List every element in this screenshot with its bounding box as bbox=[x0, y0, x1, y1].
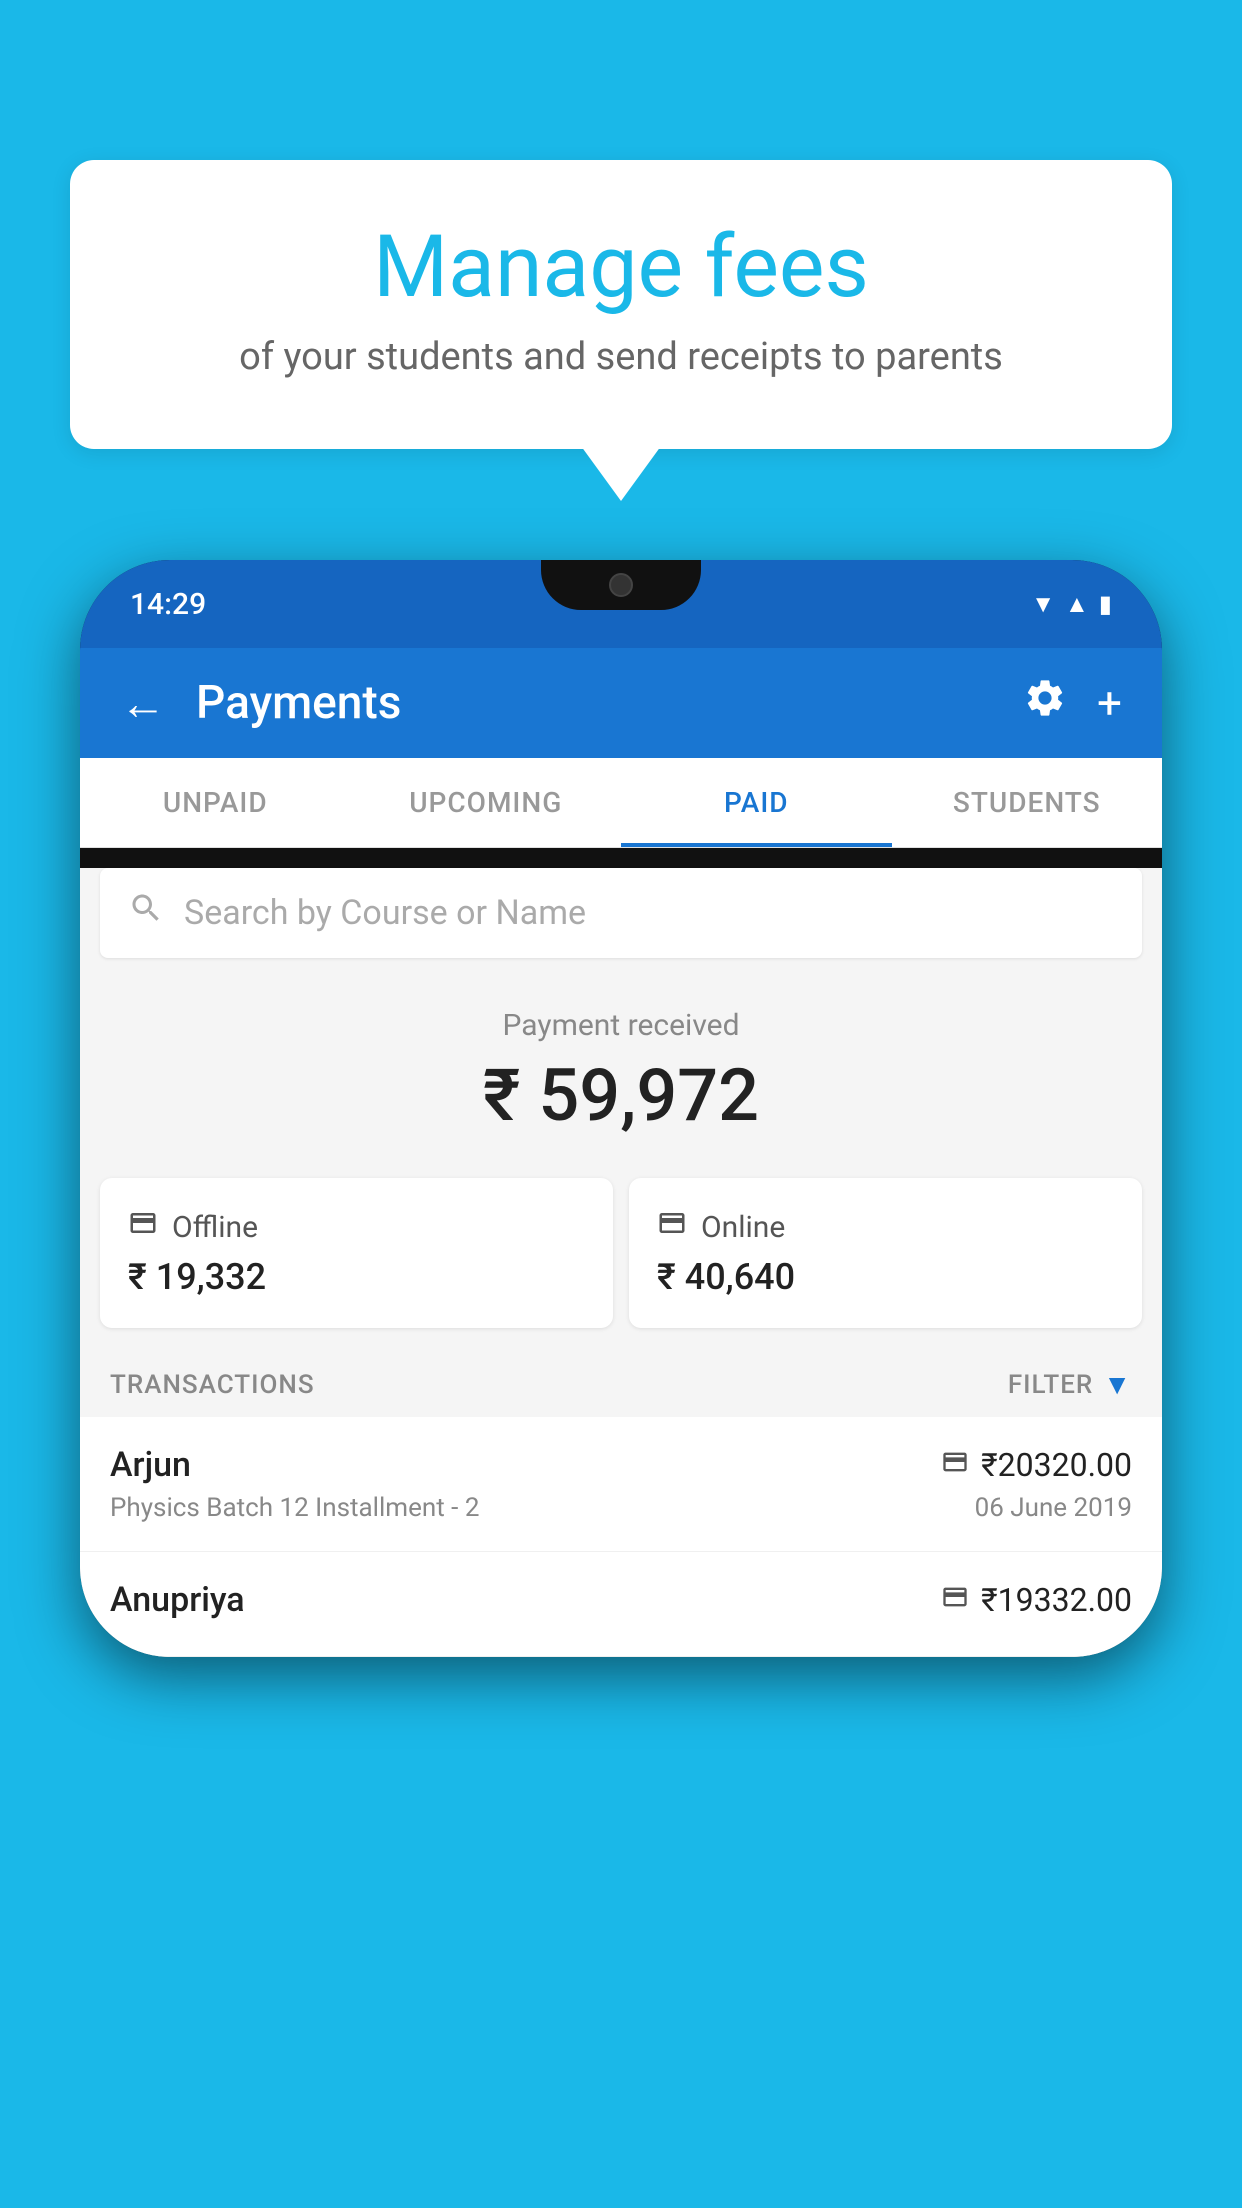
add-button[interactable]: + bbox=[1097, 677, 1122, 729]
speech-bubble-container: Manage fees of your students and send re… bbox=[70, 160, 1172, 449]
filter-icon: ▼ bbox=[1103, 1368, 1132, 1401]
online-card-label: Online bbox=[701, 1210, 785, 1245]
tab-upcoming[interactable]: UPCOMING bbox=[351, 758, 622, 847]
table-row[interactable]: Anupriya ₹19332.00 bbox=[80, 1552, 1162, 1657]
status-bar: 14:29 ▼ ▲ ▮ bbox=[80, 560, 1162, 648]
wifi-icon: ▼ bbox=[1031, 590, 1055, 619]
phone-wrapper: 14:29 ▼ ▲ ▮ ← Payments + bbox=[80, 560, 1162, 2208]
transaction-amount-value: ₹19332.00 bbox=[981, 1581, 1132, 1619]
search-placeholder-text: Search by Course or Name bbox=[184, 893, 586, 933]
offline-card-amount: ₹ 19,332 bbox=[128, 1256, 585, 1298]
transaction-amount: ₹19332.00 bbox=[941, 1581, 1132, 1619]
transactions-label: TRANSACTIONS bbox=[110, 1370, 315, 1400]
phone-notch bbox=[541, 560, 701, 610]
tabs: UNPAID UPCOMING PAID STUDENTS bbox=[80, 758, 1162, 848]
header-title: Payments bbox=[196, 676, 993, 730]
table-row[interactable]: Arjun ₹20320.00 Physics Batch 12 Install… bbox=[80, 1417, 1162, 1552]
offline-payment-card: Offline ₹ 19,332 bbox=[100, 1178, 613, 1328]
filter-button[interactable]: FILTER ▼ bbox=[1008, 1368, 1132, 1401]
payment-total-amount: ₹ 59,972 bbox=[100, 1053, 1142, 1138]
speech-bubble-title: Manage fees bbox=[150, 220, 1092, 315]
offline-card-header: Offline bbox=[128, 1208, 585, 1246]
offline-payment-icon-row bbox=[941, 1583, 969, 1618]
course-info: Physics Batch 12 Installment - 2 bbox=[110, 1493, 479, 1523]
app-header: ← Payments + bbox=[80, 648, 1162, 758]
transaction-amount: ₹20320.00 bbox=[941, 1446, 1132, 1484]
transaction-row-top: Arjun ₹20320.00 bbox=[110, 1445, 1132, 1485]
content-area: Search by Course or Name Payment receive… bbox=[80, 868, 1162, 1657]
online-card-header: Online bbox=[657, 1208, 1114, 1246]
status-time: 14:29 bbox=[130, 587, 206, 622]
payment-received-label: Payment received bbox=[100, 1008, 1142, 1043]
transaction-list: Arjun ₹20320.00 Physics Batch 12 Install… bbox=[80, 1417, 1162, 1657]
settings-button[interactable] bbox=[1023, 676, 1067, 731]
search-icon bbox=[128, 890, 164, 936]
student-name: Arjun bbox=[110, 1445, 191, 1485]
payment-summary: Payment received ₹ 59,972 bbox=[80, 978, 1162, 1178]
payment-cards: Offline ₹ 19,332 Online ₹ 40,640 bbox=[80, 1178, 1162, 1348]
transaction-row-bottom: Physics Batch 12 Installment - 2 06 June… bbox=[110, 1493, 1132, 1523]
filter-label: FILTER bbox=[1008, 1370, 1093, 1400]
status-icons: ▼ ▲ ▮ bbox=[1031, 590, 1112, 619]
battery-icon: ▮ bbox=[1099, 590, 1112, 618]
back-button[interactable]: ← bbox=[120, 676, 166, 731]
search-bar[interactable]: Search by Course or Name bbox=[100, 868, 1142, 958]
student-name: Anupriya bbox=[110, 1580, 245, 1620]
online-payment-icon-row bbox=[941, 1448, 969, 1483]
phone: 14:29 ▼ ▲ ▮ ← Payments + bbox=[80, 560, 1162, 1657]
speech-bubble-subtitle: of your students and send receipts to pa… bbox=[150, 335, 1092, 379]
tab-students[interactable]: STUDENTS bbox=[892, 758, 1163, 847]
offline-payment-icon bbox=[128, 1208, 158, 1246]
online-payment-icon bbox=[657, 1208, 687, 1246]
transactions-header: TRANSACTIONS FILTER ▼ bbox=[80, 1348, 1162, 1417]
online-card-amount: ₹ 40,640 bbox=[657, 1256, 1114, 1298]
speech-bubble: Manage fees of your students and send re… bbox=[70, 160, 1172, 449]
tab-unpaid[interactable]: UNPAID bbox=[80, 758, 351, 847]
offline-card-label: Offline bbox=[172, 1210, 258, 1245]
signal-icon: ▲ bbox=[1065, 590, 1089, 619]
transaction-date: 06 June 2019 bbox=[975, 1493, 1132, 1523]
phone-camera bbox=[609, 573, 633, 597]
header-icons: + bbox=[1023, 676, 1122, 731]
tab-paid[interactable]: PAID bbox=[621, 758, 892, 847]
online-payment-card: Online ₹ 40,640 bbox=[629, 1178, 1142, 1328]
transaction-row-top: Anupriya ₹19332.00 bbox=[110, 1580, 1132, 1620]
transaction-amount-value: ₹20320.00 bbox=[981, 1446, 1132, 1484]
